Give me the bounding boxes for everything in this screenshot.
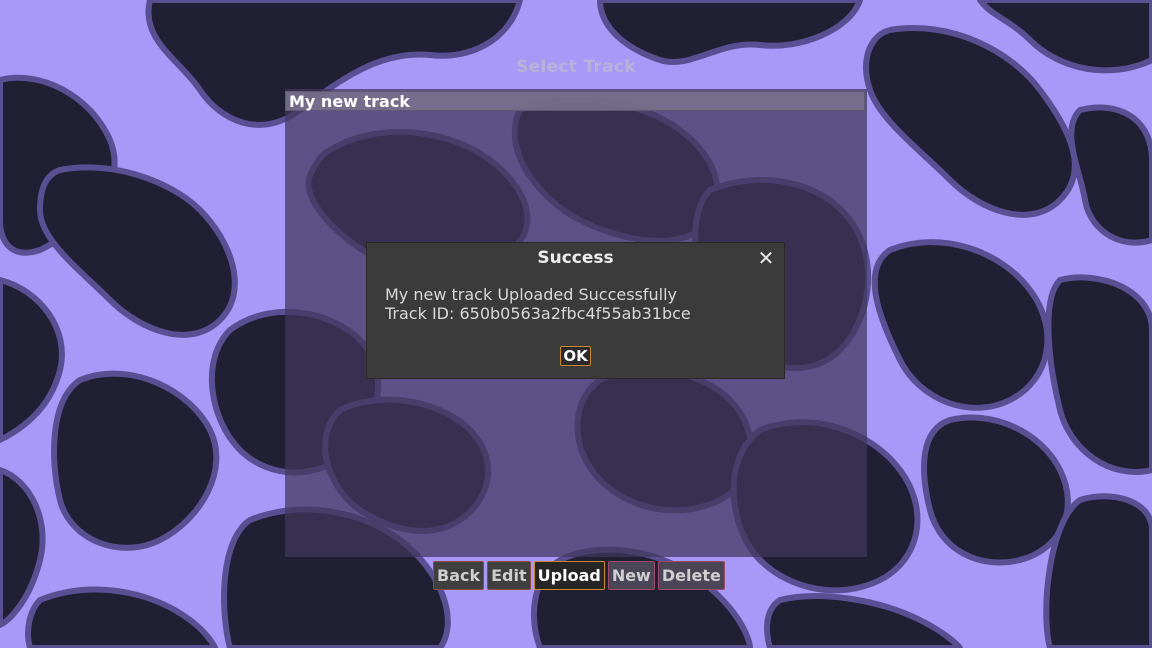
ok-button[interactable]: OK	[560, 346, 591, 366]
dialog-message: My new track Uploaded Successfully Track…	[385, 285, 691, 323]
back-button[interactable]: Back	[433, 561, 485, 590]
dialog-title: Success	[537, 248, 614, 268]
delete-button[interactable]: Delete	[657, 561, 725, 590]
edit-button[interactable]: Edit	[487, 561, 531, 590]
success-dialog: Success ✕ My new track Uploaded Successf…	[366, 242, 785, 379]
message-line-1: My new track Uploaded Successfully	[385, 285, 678, 304]
message-line-2: Track ID: 650b0563a2fbc4f55ab31bce	[385, 304, 691, 323]
close-icon[interactable]: ✕	[757, 248, 775, 268]
upload-button[interactable]: Upload	[533, 561, 605, 590]
screen-title: Select Track	[516, 57, 636, 77]
track-list-item[interactable]: My new track	[285, 91, 865, 111]
new-button[interactable]: New	[607, 561, 655, 590]
action-bar: Back Edit Upload New Delete	[433, 561, 725, 591]
